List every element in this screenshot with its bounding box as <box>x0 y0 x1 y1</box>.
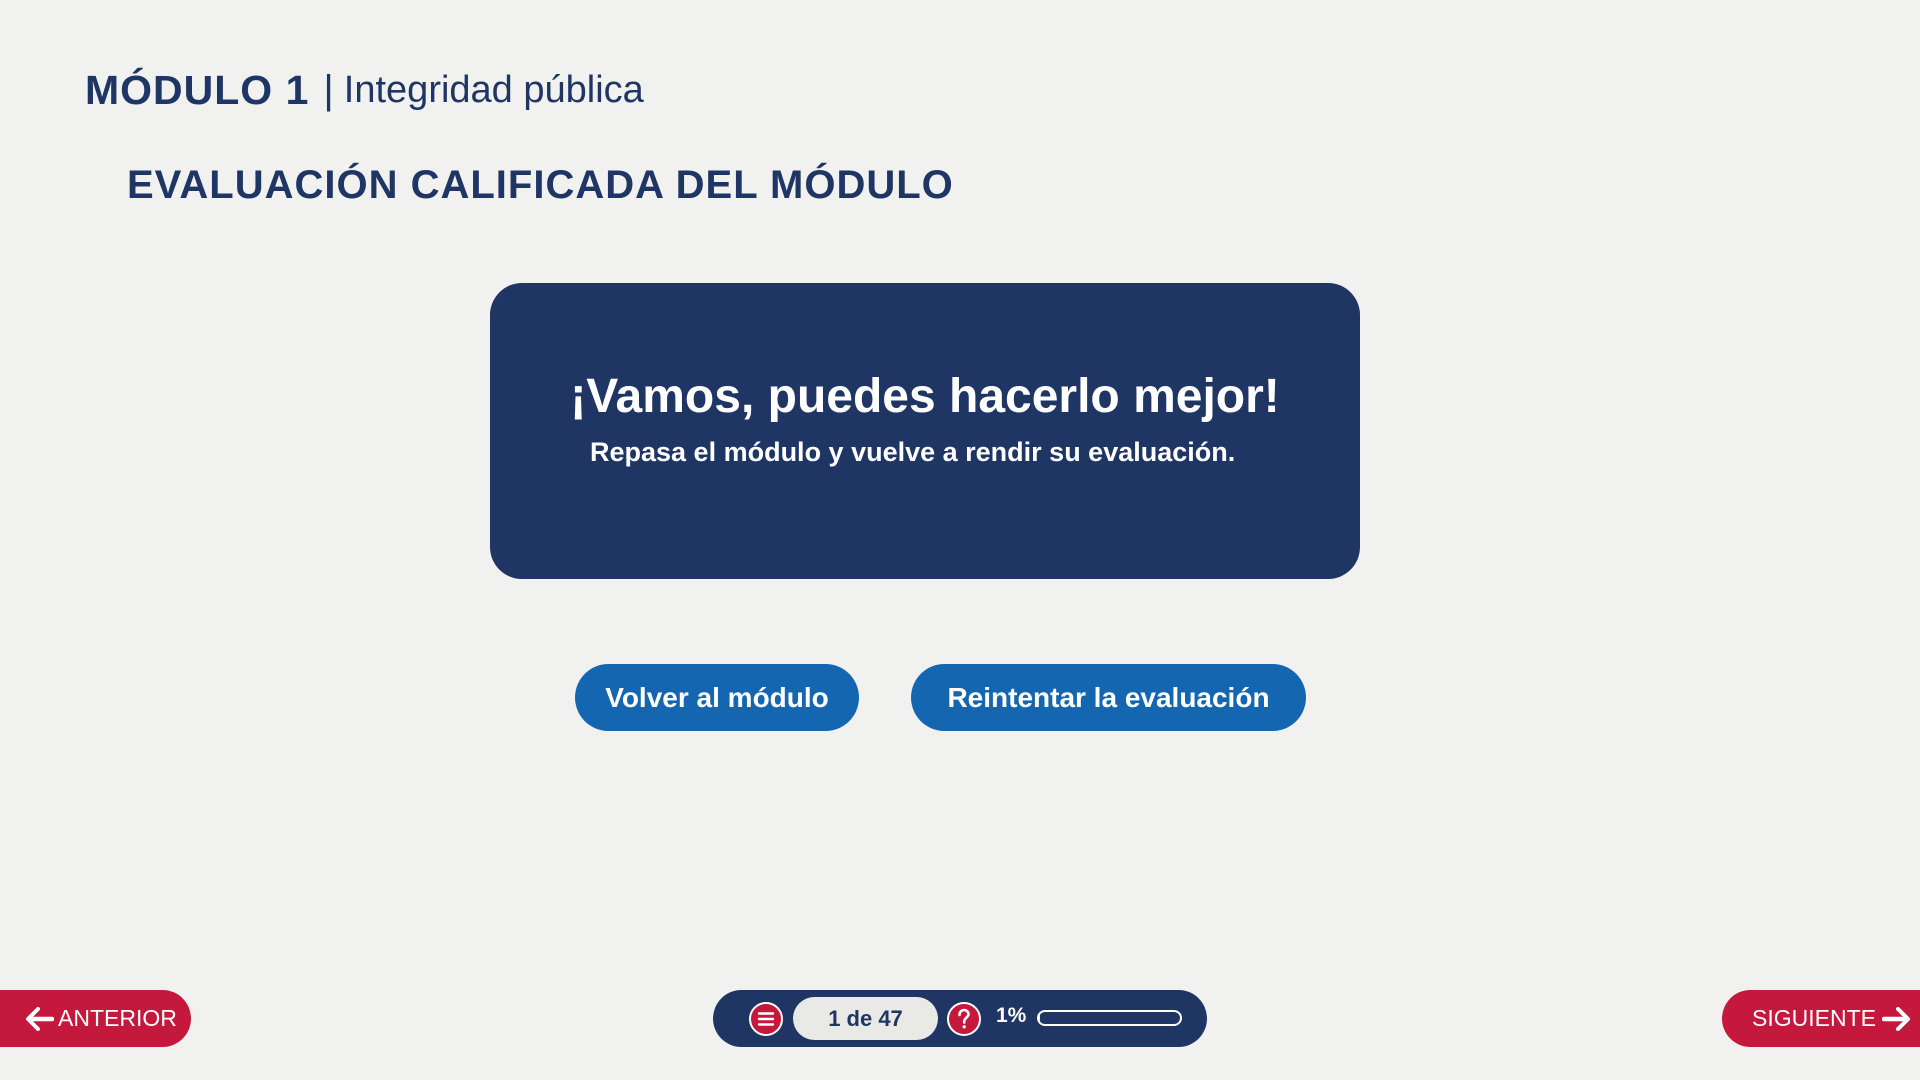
previous-button[interactable]: ANTERIOR <box>0 990 191 1047</box>
progress-percent: 1% <box>996 1004 1027 1027</box>
course-toolbar: 1 de 47 1% <box>713 990 1207 1047</box>
arrow-left-icon <box>26 1006 54 1031</box>
section-title: EVALUACIÓN CALIFICADA DEL MÓDULO <box>127 163 954 207</box>
next-button[interactable]: SIGUIENTE <box>1722 990 1920 1047</box>
feedback-title: ¡Vamos, puedes hacerlo mejor! <box>570 370 1280 423</box>
feedback-subtitle: Repasa el módulo y vuelve a rendir su ev… <box>590 437 1236 467</box>
help-icon[interactable] <box>947 1002 981 1036</box>
back-to-module-button[interactable]: Volver al módulo <box>575 664 859 731</box>
module-header: MÓDULO 1 | Integridad pública <box>85 62 644 118</box>
next-label: SIGUIENTE <box>1752 1005 1876 1031</box>
progress-bar <box>1037 1010 1182 1026</box>
arrow-right-icon <box>1881 1006 1910 1031</box>
page-indicator: 1 de 47 <box>793 997 938 1040</box>
module-subtitle: Integridad pública <box>343 68 644 111</box>
progress-fill <box>1039 1012 1041 1024</box>
module-label: MÓDULO 1 <box>85 66 310 113</box>
menu-icon[interactable] <box>749 1002 783 1036</box>
previous-label: ANTERIOR <box>58 1005 177 1031</box>
feedback-card: ¡Vamos, puedes hacerlo mejor! Repasa el … <box>490 283 1360 579</box>
retry-evaluation-button[interactable]: Reintentar la evaluación <box>911 664 1306 731</box>
module-separator: | <box>323 67 334 112</box>
